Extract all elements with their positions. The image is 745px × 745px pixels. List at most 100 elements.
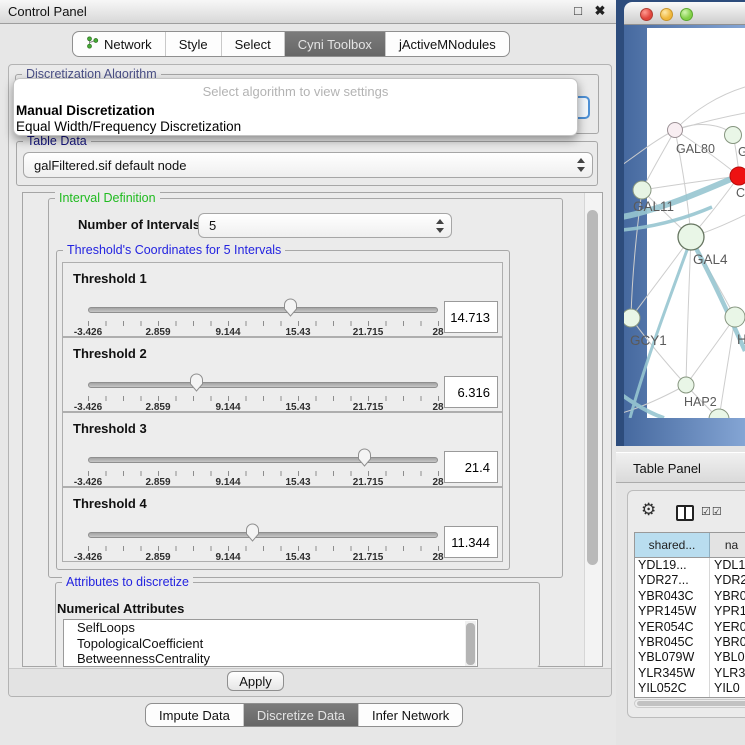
threshold-slider[interactable]: -3.4262.8599.14415.4321.71528 <box>88 449 438 485</box>
node-gal80[interactable] <box>668 123 683 138</box>
tab-impute-data[interactable]: Impute Data <box>146 704 244 726</box>
number-of-intervals-combobox[interactable]: 5 <box>198 213 452 238</box>
apply-button[interactable]: Apply <box>227 671 284 691</box>
table-cell[interactable]: YLR3 <box>710 666 745 681</box>
table-row[interactable]: YDR27...YDR2 <box>635 573 745 588</box>
node-label-h-partial: H <box>737 332 745 347</box>
list-scrollbar-track[interactable] <box>465 621 476 667</box>
table-cell[interactable]: YER054C <box>635 620 710 635</box>
attribute-item[interactable]: SelfLoops <box>64 620 477 636</box>
table-row[interactable]: YPR145WYPR1 <box>635 604 745 619</box>
group-title: Table Data <box>23 134 91 148</box>
horizontal-scrollbar-thumb[interactable] <box>637 701 745 706</box>
node-table[interactable]: shared... na YDL19...YDL1YDR27...YDR2YBR… <box>634 532 745 698</box>
threshold-value-box[interactable]: 14.713 <box>444 301 498 333</box>
column-header-shared-name[interactable]: shared... <box>635 533 710 557</box>
number-of-intervals-value: 5 <box>209 214 216 237</box>
network-window-titlebar[interactable] <box>624 2 745 25</box>
slider-thumb[interactable] <box>357 448 372 467</box>
tab-select[interactable]: Select <box>222 32 285 56</box>
table-row[interactable]: YLR345WYLR3 <box>635 666 745 681</box>
vertical-scrollbar-thumb[interactable] <box>587 210 598 565</box>
table-data-combobox[interactable]: galFiltered.sif default node <box>23 152 593 178</box>
table-row[interactable]: YIL052CYIL0 <box>635 681 745 696</box>
attribute-item[interactable]: TopologicalCoefficient <box>64 636 477 652</box>
threshold-slider[interactable]: -3.4262.8599.14415.4321.71528 <box>88 299 438 335</box>
slider-track[interactable] <box>88 382 438 388</box>
slider-thumb[interactable] <box>189 373 204 392</box>
tab-cyni-toolbox[interactable]: Cyni Toolbox <box>285 32 386 56</box>
horizontal-scrollbar-track[interactable] <box>634 699 745 708</box>
table-cell[interactable]: YBR0 <box>710 635 745 650</box>
restore-icon[interactable]: □ <box>570 3 586 18</box>
table-data-value: galFiltered.sif default node <box>34 153 186 177</box>
table-data-group: Table Data galFiltered.sif default node <box>16 141 598 186</box>
numerical-attributes-label: Numerical Attributes <box>57 601 184 616</box>
threshold-slider[interactable]: -3.4262.8599.14415.4321.71528 <box>88 374 438 410</box>
table-cell[interactable]: YBL0 <box>710 650 745 665</box>
table-cell[interactable]: YBR045C <box>635 635 710 650</box>
table-cell[interactable]: YLR345W <box>635 666 710 681</box>
node-g-partial[interactable] <box>725 127 742 144</box>
tab-style[interactable]: Style <box>166 32 222 56</box>
node-bottom-partial[interactable] <box>709 409 729 429</box>
table-cell[interactable]: YBR043C <box>635 589 710 604</box>
table-cell[interactable]: YDR27... <box>635 573 710 588</box>
slider-track[interactable] <box>88 457 438 463</box>
table-cell[interactable]: YPR1 <box>710 604 745 619</box>
node-red-selected[interactable] <box>730 167 745 185</box>
tick-label: 21.715 <box>353 552 384 563</box>
attributes-list[interactable]: SelfLoops TopologicalCoefficient Between… <box>63 619 478 667</box>
node-gcy1[interactable] <box>624 309 640 327</box>
table-row[interactable]: YBL079WYBL0 <box>635 650 745 665</box>
table-cell[interactable]: YDL1 <box>710 558 745 573</box>
minimize-traffic-light[interactable] <box>660 8 673 21</box>
slider-track[interactable] <box>88 532 438 538</box>
table-cell[interactable]: YDR2 <box>710 573 745 588</box>
tab-label: Impute Data <box>159 708 230 723</box>
algorithm-option-manual[interactable]: Manual Discretization <box>16 103 155 118</box>
list-scrollbar-thumb[interactable] <box>466 623 475 665</box>
table-cell[interactable]: YBR0 <box>710 589 745 604</box>
node-hap2[interactable] <box>678 377 694 393</box>
threshold-row: Threshold 1 -3.4262.8599.14415.4321.7152… <box>62 262 503 337</box>
tab-discretize-data[interactable]: Discretize Data <box>244 704 359 726</box>
slider-thumb[interactable] <box>245 523 260 542</box>
table-row[interactable]: YBR043CYBR0 <box>635 589 745 604</box>
column-header-name[interactable]: na <box>710 533 745 557</box>
algorithm-option-equal-width[interactable]: Equal Width/Frequency Discretization <box>16 119 241 134</box>
table-row[interactable]: YBR045CYBR0 <box>635 635 745 650</box>
checkbox-icons[interactable]: ☑☑ <box>701 505 723 518</box>
tab-label: Network <box>104 37 152 52</box>
zoom-traffic-light[interactable] <box>680 8 693 21</box>
threshold-value-box[interactable]: 11.344 <box>444 526 498 558</box>
slider-track[interactable] <box>88 307 438 313</box>
tab-jactivemnodules[interactable]: jActiveMNodules <box>386 32 509 56</box>
column-layout-icon[interactable] <box>676 505 694 521</box>
network-view-window[interactable]: GAL80 GA C GAL11 GAL4 GCY1 H HAP2 <box>624 2 745 446</box>
table-cell[interactable]: YIL0 <box>710 681 745 696</box>
attribute-item[interactable]: BetweennessCentrality <box>64 651 477 667</box>
node-h-partial[interactable] <box>725 307 745 327</box>
table-row[interactable]: YER054CYER0 <box>635 620 745 635</box>
table-cell[interactable]: YDL19... <box>635 558 710 573</box>
network-canvas[interactable]: GAL80 GA C GAL11 GAL4 GCY1 H HAP2 <box>624 25 745 446</box>
table-cell[interactable]: YPR145W <box>635 604 710 619</box>
table-cell[interactable]: YIL052C <box>635 681 710 696</box>
table-cell[interactable]: YBL079W <box>635 650 710 665</box>
table-cell[interactable]: YER0 <box>710 620 745 635</box>
tab-infer-network[interactable]: Infer Network <box>359 704 462 726</box>
threshold-value-box[interactable]: 21.4 <box>444 451 498 483</box>
node-gal4[interactable] <box>678 224 704 250</box>
close-traffic-light[interactable] <box>640 8 653 21</box>
node-label-c-partial: C <box>736 186 745 200</box>
threshold-value-box[interactable]: 6.316 <box>444 376 498 408</box>
tab-label: jActiveMNodules <box>399 37 496 52</box>
gear-icon[interactable]: ⚙ <box>641 500 656 520</box>
slider-thumb[interactable] <box>283 298 298 317</box>
threshold-slider[interactable]: -3.4262.8599.14415.4321.71528 <box>88 524 438 560</box>
node-gal11[interactable] <box>633 181 651 199</box>
close-icon[interactable]: ✖ <box>592 3 608 19</box>
table-row[interactable]: YDL19...YDL1 <box>635 558 745 573</box>
tab-network[interactable]: Network <box>73 32 166 56</box>
